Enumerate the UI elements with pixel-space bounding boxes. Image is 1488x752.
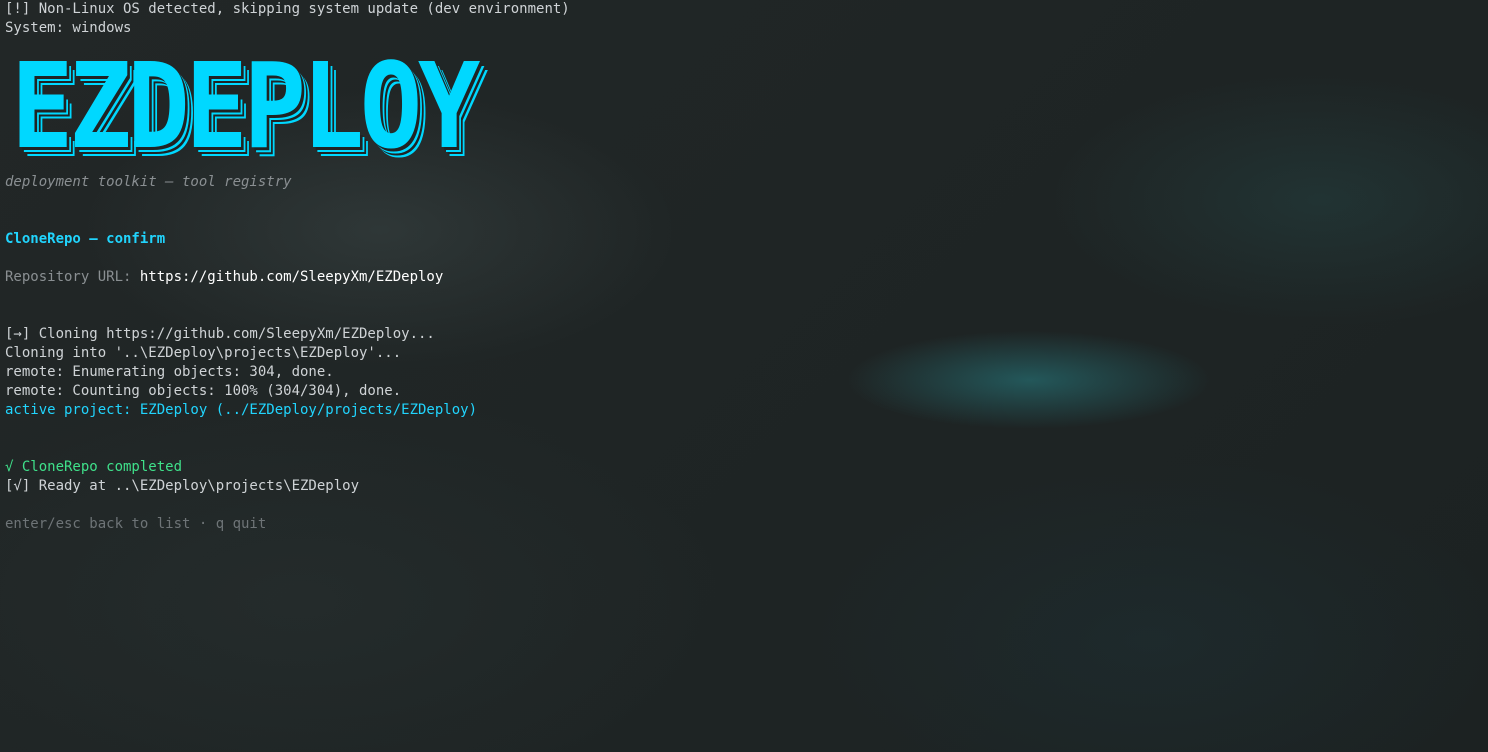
repo-url-value: https://github.com/SleepyXm/EZDeploy	[139, 269, 444, 285]
repo-url-label: Repository URL:	[5, 269, 140, 285]
section-title: CloneRepo — confirm	[5, 231, 166, 247]
log-line: remote: Counting objects: 100% (304/304)…	[5, 383, 402, 399]
banner-logo: EZDEPLOY	[11, 37, 480, 175]
completed-status: √ CloneRepo completed	[5, 459, 183, 475]
system-line: System: windows	[5, 20, 132, 36]
log-line: [→] Cloning https://github.com/SleepyXm/…	[5, 326, 435, 342]
os-warning-line: [!] Non-Linux OS detected, skipping syst…	[5, 1, 570, 17]
log-line: remote: Enumerating objects: 304, done.	[5, 364, 334, 380]
repo-url-row: Repository URL: https://github.com/Sleep…	[5, 268, 1483, 287]
footer-key-hint: enter/esc back to list · q quit	[5, 516, 267, 532]
active-project-line: active project: EZDeploy (../EZDeploy/pr…	[5, 402, 478, 418]
ready-line: [√] Ready at ..\EZDeploy\projects\EZDepl…	[5, 478, 360, 494]
ascii-banner: EZDEPLOY	[5, 47, 1483, 167]
terminal-window[interactable]: [!] Non-Linux OS detected, skipping syst…	[0, 0, 1488, 534]
log-line: Cloning into '..\EZDeploy\projects\EZDep…	[5, 345, 402, 361]
tagline: deployment toolkit — tool registry	[5, 174, 292, 190]
